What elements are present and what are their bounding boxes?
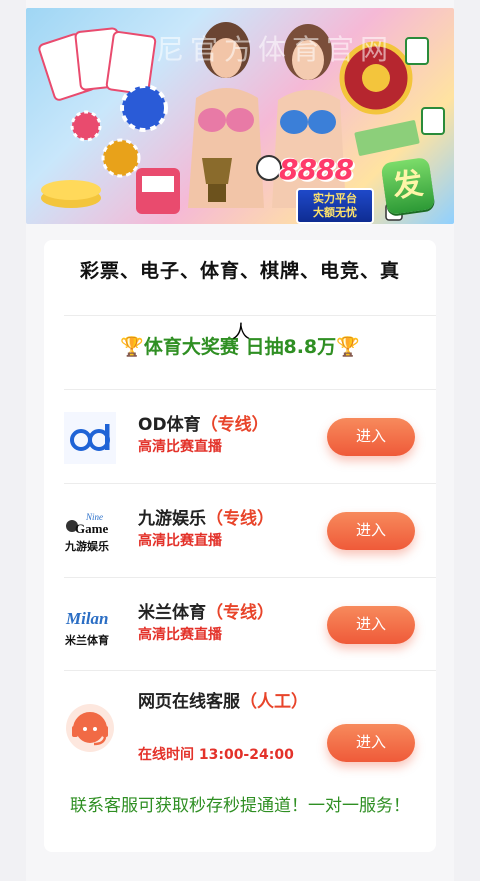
milan-logo-icon: Milan 米兰体育 [64,609,109,647]
banner-slogan-line1: 实力平台 [313,192,357,205]
enter-button-nine-game[interactable]: 进入 [327,512,415,550]
row-title: 米兰体育（专线） [138,603,274,623]
list-item-customer-service: 网页在线客服（人工） 在线时间 13:00-24:00 进入 [64,680,436,780]
row-title: OD体育（专线） [138,415,269,435]
od-logo-icon [64,412,116,464]
row-title: 九游娱乐（专线） [138,509,274,529]
banner-watermark: 克尼官方体育官网 [122,33,395,66]
promo-banner[interactable]: 克尼官方体育官网 8888 实力平台 大额无忧 发 [26,8,454,224]
entry-card: 彩票、电子、体育、棋牌、电竞、真 🏆体育大奖赛 日抽8.8万🏆 人 OD体育（专… [44,240,436,852]
cursor-icon: 人 [232,322,250,343]
enter-button-milan[interactable]: 进入 [327,606,415,644]
divider [64,315,436,316]
nine-game-logo-icon: Nine Game 九游娱乐 [64,512,109,553]
list-item-od: OD体育（专线） 高清比赛直播 进入 [64,392,436,484]
divider [64,389,436,390]
row-subtitle: 高清比赛直播 [138,533,222,549]
banner-8888-badge: 8888 [279,153,354,186]
row-subtitle: 在线时间 13:00-24:00 [138,747,294,763]
enter-button-customer-service[interactable]: 进入 [327,724,415,762]
row-subtitle: 高清比赛直播 [138,439,222,455]
row-title: 网页在线客服（人工） [138,692,308,712]
trophy-icon: 🏆 [120,336,144,358]
svg-text:Game: Game [75,521,108,536]
divider [64,577,436,578]
divider [64,670,436,671]
banner-slogan-badge: 实力平台 大额无忧 [296,188,374,224]
divider [64,483,436,484]
footer-contact-text: 联系客服可获取秒存秒提通道！一对一服务！ [70,796,410,816]
row-subtitle: 高清比赛直播 [138,627,222,643]
headset-icon [66,704,114,752]
svg-text:米兰体育: 米兰体育 [64,633,109,647]
category-marquee: 彩票、电子、体育、棋牌、电竞、真 [79,260,400,282]
banner-fa-badge: 发 [380,156,436,216]
enter-button-od[interactable]: 进入 [327,418,415,456]
svg-text:Milan: Milan [65,609,109,628]
list-item-milan: Milan 米兰体育 米兰体育（专线） 高清比赛直播 进入 [64,580,436,672]
banner-slogan-line2: 大额无忧 [313,206,357,219]
list-item-nine-game: Nine Game 九游娱乐 九游娱乐（专线） 高清比赛直播 进入 [64,486,436,578]
trophy-icon: 🏆 [336,336,360,358]
svg-text:九游娱乐: 九游娱乐 [64,539,109,553]
